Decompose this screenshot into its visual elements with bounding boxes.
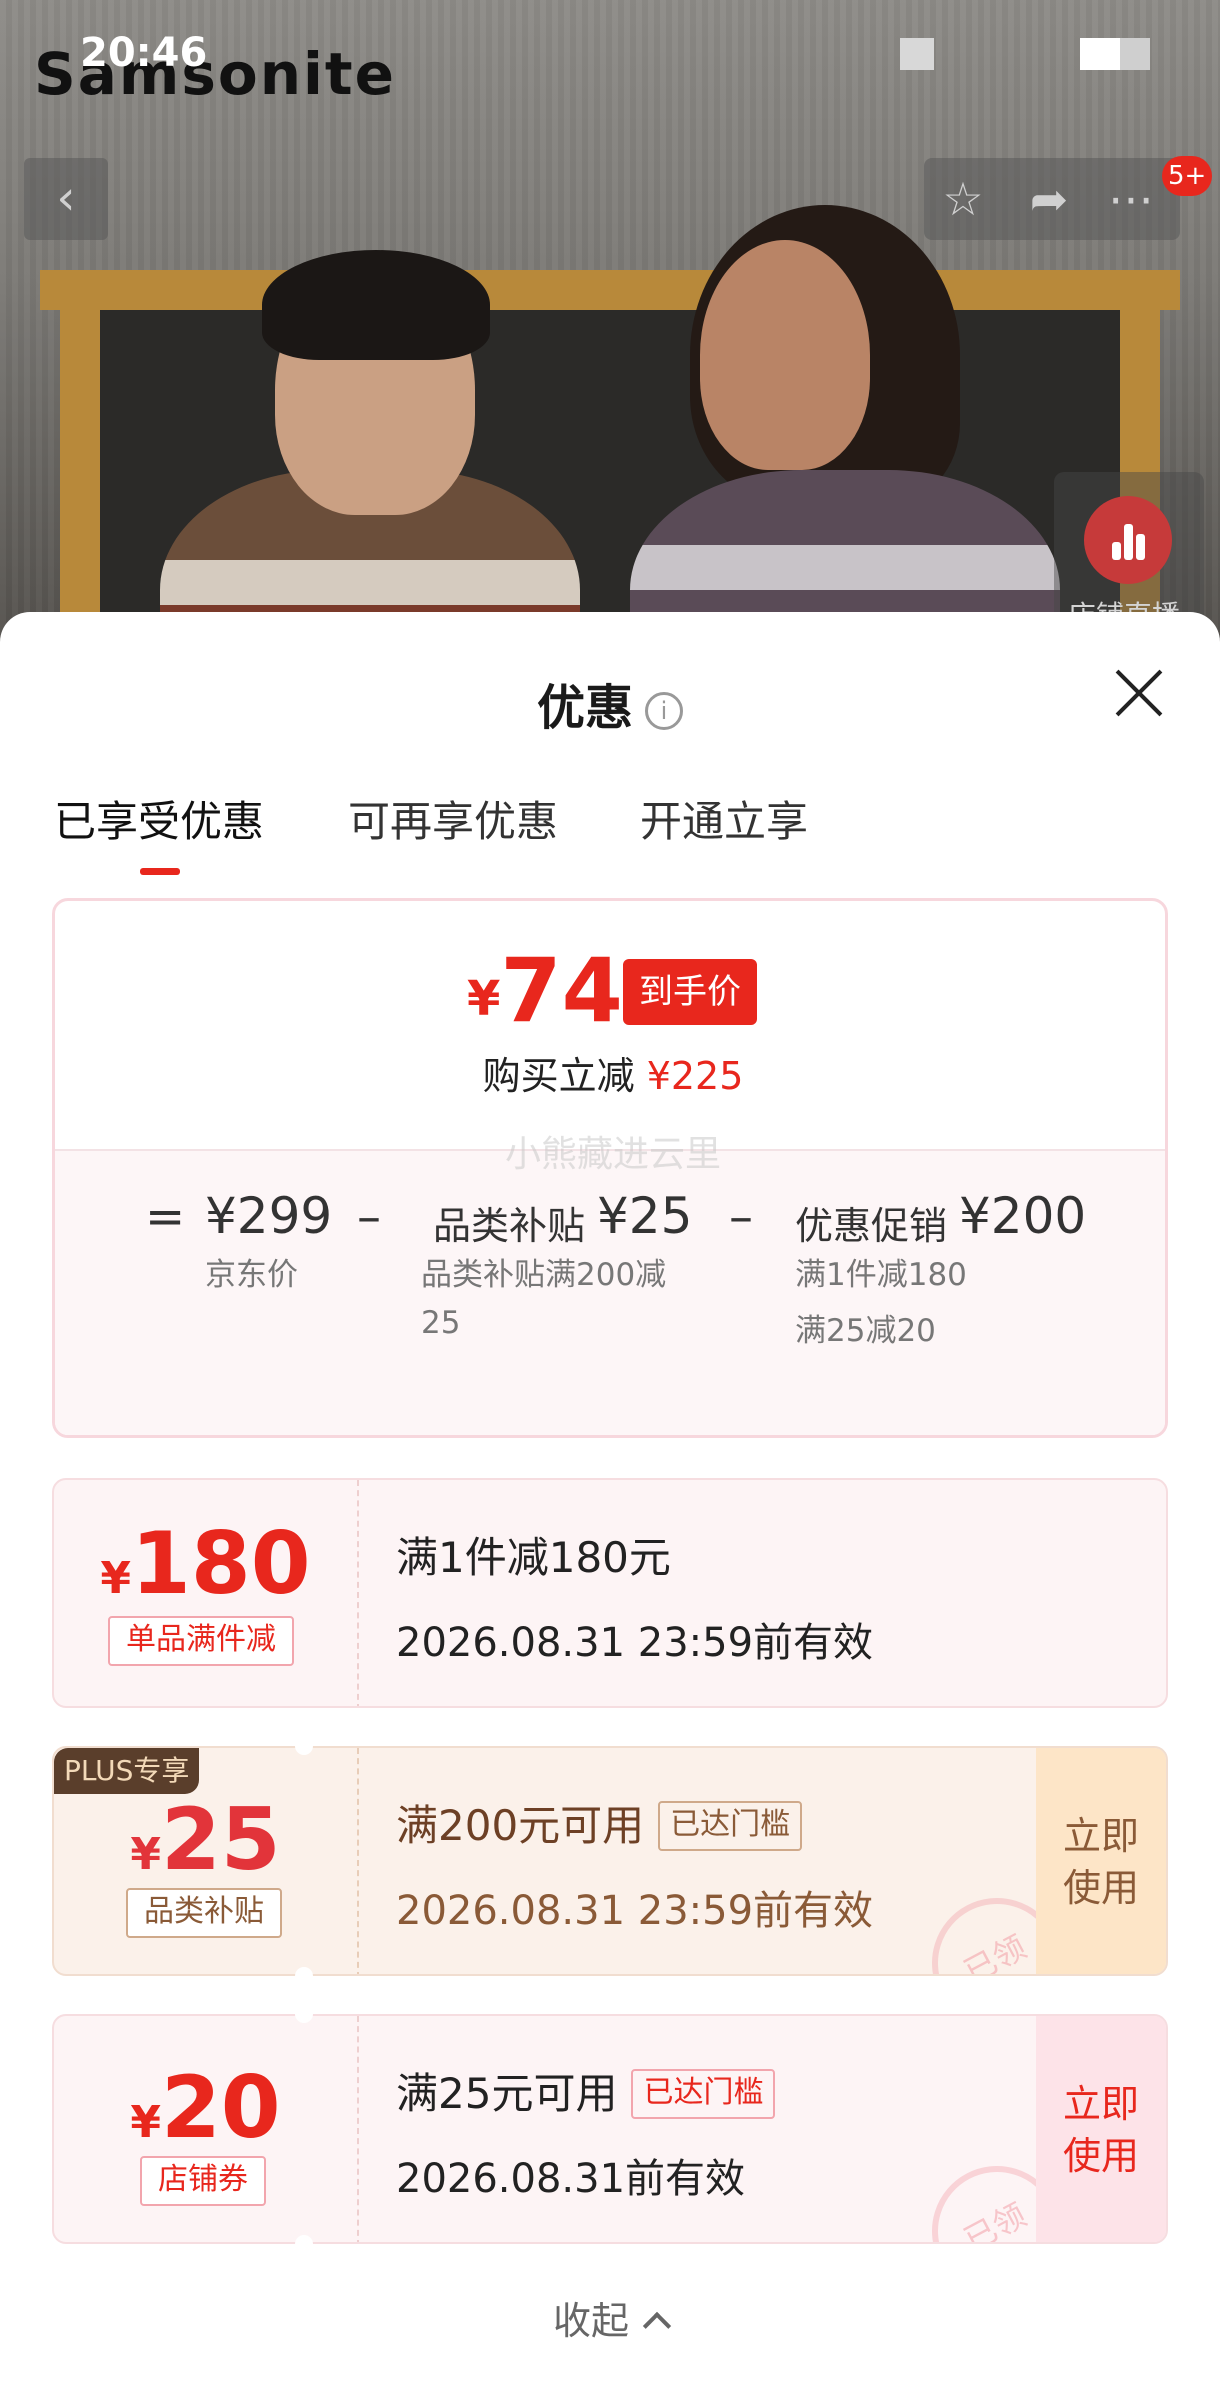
use-now-label: 使用 — [1062, 2134, 1139, 2178]
back-button[interactable]: ‹ — [24, 158, 108, 240]
sheet-title-text: 优惠 — [536, 680, 633, 736]
currency-symbol: ¥ — [130, 2097, 161, 2148]
share-icon[interactable]: ➦ — [1022, 172, 1076, 226]
price-breakdown: = ¥299 京东价 – 品类补贴 ¥25 品类补贴满200减 25 – 优惠促… — [55, 1149, 1165, 1435]
tab-more-discounts[interactable]: 可再享优惠 — [348, 788, 558, 849]
collapse-button[interactable]: 收起 — [0, 2290, 1220, 2345]
promo-desc: 满25减20 — [795, 1313, 936, 1349]
coupon-amount-value: 20 — [160, 2058, 281, 2158]
use-now-label: 立即 — [1062, 2082, 1139, 2126]
coupon-title-text: 满25元可用 — [396, 2069, 618, 2118]
currency-symbol: ¥ — [467, 971, 501, 1027]
use-now-button[interactable]: 立即 使用 — [1036, 1748, 1166, 1974]
star-icon[interactable]: ☆ — [936, 172, 990, 226]
coupon-type: 店铺券 — [140, 2156, 266, 2206]
jd-price-label: 京东价 — [205, 1257, 298, 1293]
ticket-notch — [295, 2235, 313, 2253]
minus-sign: – — [357, 1189, 381, 1245]
price-summary-card: ¥74 到手价 购买立减 ¥225 = ¥299 京东价 – 品类补贴 ¥25 … — [52, 898, 1168, 1438]
coupon-divider — [357, 2016, 359, 2242]
save-line: 购买立减 ¥225 — [55, 1045, 1165, 1100]
save-amount: ¥225 — [646, 1054, 744, 1098]
watermark: 小熊藏进云里 — [504, 1134, 721, 1175]
close-icon[interactable] — [1112, 666, 1166, 720]
battery-icon — [1080, 38, 1150, 70]
equals-sign: = — [145, 1189, 186, 1245]
discount-sheet: 优惠 i 已享受优惠 可再享优惠 开通立享 ¥74 到手价 购买立减 ¥225 =… — [0, 612, 1220, 2388]
ticket-notch — [295, 1737, 313, 1755]
coupon-amount-area: ¥180 单品满件减 — [54, 1480, 357, 1706]
hero-frame — [40, 270, 1180, 310]
chevron-up-icon — [642, 2311, 672, 2341]
coupon-card[interactable]: ¥25 品类补贴 PLUS专享 满200元可用 已达门槛 2026.08.31 2… — [52, 1746, 1168, 1976]
coupon-card[interactable]: ¥180 单品满件减 满1件减180元 2026.08.31 23:59前有效 — [52, 1478, 1168, 1708]
hero-person — [262, 250, 490, 360]
status-time: 20:46 — [80, 30, 208, 76]
promo-value: ¥200 — [959, 1187, 1087, 1245]
coupon-title-text: 满200元可用 — [396, 1801, 645, 1850]
more-icon[interactable]: ⋯ — [1104, 172, 1158, 226]
use-now-label: 立即 — [1062, 1814, 1139, 1858]
hero-frame — [60, 270, 100, 670]
final-price: ¥74 — [467, 939, 623, 1042]
use-now-label: 使用 — [1062, 1866, 1139, 1910]
coupon-amount: ¥20 — [54, 2058, 357, 2158]
coupon-amount-value: 25 — [160, 1790, 281, 1890]
save-label: 购买立减 — [482, 1054, 635, 1098]
threshold-badge: 已达门槛 — [631, 2069, 776, 2119]
message-badge: 5+ — [1162, 156, 1213, 196]
hero-person — [700, 240, 870, 470]
final-price-value: 74 — [500, 939, 623, 1042]
collapse-label: 收起 — [552, 2299, 629, 2343]
ticket-notch — [295, 1967, 313, 1985]
coupon-amount: ¥180 — [54, 1514, 357, 1614]
coupon-title: 满1件减180元 — [396, 1533, 671, 1582]
coupon-amount-value: 180 — [131, 1514, 311, 1614]
currency-symbol: ¥ — [100, 1553, 132, 1604]
coupon-divider — [357, 1748, 359, 1974]
ticket-notch — [295, 2005, 313, 2023]
subsidy-desc: 25 — [421, 1305, 461, 1341]
tab-enjoyed[interactable]: 已享受优惠 — [54, 788, 264, 849]
coupon-card[interactable]: ¥20 店铺券 满25元可用 已达门槛 2026.08.31前有效 已领 立即 使… — [52, 2014, 1168, 2244]
promo-label: 优惠促销 — [795, 1204, 948, 1248]
status-bar: 20:46 — [0, 0, 1220, 110]
coupon-expiry: 2026.08.31前有效 — [396, 2156, 746, 2202]
threshold-badge: 已达门槛 — [658, 1801, 803, 1851]
coupon-amount: ¥25 — [54, 1790, 357, 1890]
coupon-expiry: 2026.08.31 23:59前有效 — [396, 1888, 874, 1934]
store-live-button[interactable]: 店铺直播 — [1054, 472, 1204, 632]
info-icon[interactable]: i — [645, 692, 683, 730]
currency-symbol: ¥ — [130, 1829, 161, 1880]
coupon-title: 满200元可用 已达门槛 — [396, 1792, 803, 1853]
final-price-tag: 到手价 — [623, 959, 757, 1025]
use-now-button[interactable]: 立即 使用 — [1036, 2016, 1166, 2242]
coupon-divider — [357, 1480, 359, 1706]
subsidy-desc: 品类补贴满200减 — [421, 1257, 667, 1293]
jd-price-value: ¥299 — [205, 1187, 333, 1245]
coupon-type: 品类补贴 — [126, 1888, 282, 1938]
coupon-type: 单品满件减 — [108, 1616, 294, 1666]
plus-exclusive-badge: PLUS专享 — [54, 1748, 200, 1794]
minus-sign: – — [729, 1189, 753, 1245]
header-action-bar: ☆ ➦ ⋯ — [924, 158, 1180, 240]
coupon-expiry: 2026.08.31 23:59前有效 — [396, 1620, 874, 1666]
subsidy-value: ¥25 — [597, 1187, 693, 1245]
promo-desc: 满1件减180 — [795, 1257, 967, 1293]
signal-icon — [900, 38, 934, 70]
coupon-amount-area: ¥20 店铺券 — [54, 2016, 357, 2242]
chevron-left-icon: ‹ — [56, 170, 76, 226]
active-tab-indicator — [140, 868, 180, 875]
sheet-title: 优惠 i — [0, 668, 1220, 738]
subsidy-label: 品类补贴 — [433, 1204, 586, 1248]
live-bars-icon — [1084, 496, 1172, 584]
coupon-title: 满25元可用 已达门槛 — [396, 2060, 776, 2121]
tab-activate[interactable]: 开通立享 — [640, 788, 808, 849]
